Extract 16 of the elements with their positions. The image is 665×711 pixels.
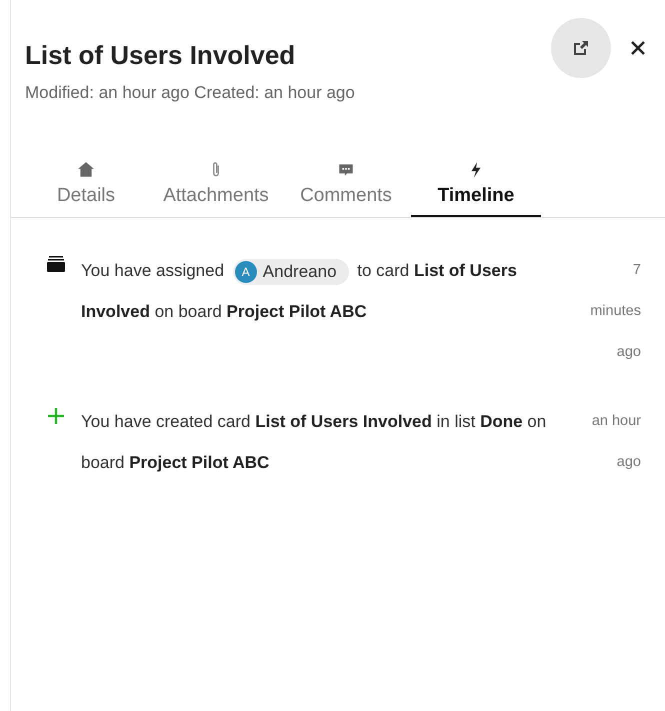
avatar-initial: A — [234, 261, 257, 283]
activity-text: You have assigned A Andreano to card List of Users Involved on board Project Pilot ABC — [81, 258, 518, 323]
house-icon — [77, 161, 95, 179]
tab[interactable]: Details — [21, 161, 151, 217]
tab[interactable]: Timeline — [411, 161, 541, 217]
tab[interactable]: Attachments — [151, 161, 281, 217]
plus-icon — [45, 405, 67, 427]
open-external-icon — [572, 39, 590, 57]
tab[interactable]: Comments — [281, 161, 411, 217]
close-icon — [629, 39, 647, 57]
activity-time: an hour ago — [590, 412, 641, 472]
activity-time: 7 minutes ago — [589, 261, 641, 362]
user-mention[interactable]: A Andreano — [232, 259, 349, 285]
card-dates: Modified: an hour ago Created: an hour ago — [25, 83, 356, 103]
card-title: List of Users Involved — [25, 40, 296, 71]
activity-text: You have created card List of Users Involved in list Done on board Project Pilot ABC — [81, 411, 548, 474]
